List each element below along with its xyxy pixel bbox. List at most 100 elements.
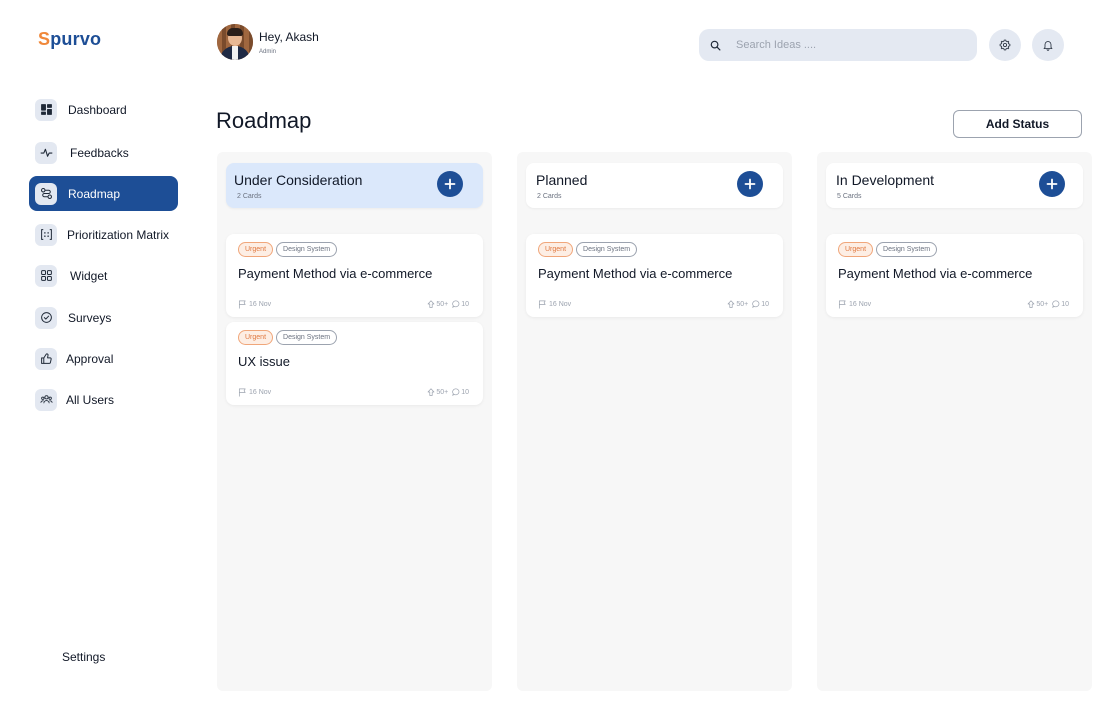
roadmap-column-in-development: In Development 5 Cards Urgent Design Sys… <box>817 152 1092 691</box>
category-tag: Design System <box>876 242 938 257</box>
category-tag: Design System <box>576 242 638 257</box>
matrix-icon <box>35 223 57 246</box>
comment-count: 10 <box>761 300 769 308</box>
flag-icon <box>238 388 246 397</box>
card-stats: 50+ 10 <box>727 300 769 308</box>
sidebar-item-label: Approval <box>66 351 114 366</box>
vote-count: 50+ <box>436 388 449 396</box>
notifications-button[interactable] <box>1032 29 1064 61</box>
sidebar-item-label: Feedbacks <box>70 145 129 160</box>
card-title: Payment Method via e-commerce <box>838 266 1033 281</box>
column-header: Planned 2 Cards <box>526 163 783 208</box>
upvote-icon[interactable] <box>427 300 435 308</box>
dashboard-icon <box>35 98 57 121</box>
widget-grid-icon <box>35 264 57 287</box>
card-stats: 50+ 10 <box>427 300 469 308</box>
roadmap-card[interactable]: Urgent Design System Payment Method via … <box>226 234 483 317</box>
comment-count: 10 <box>1061 300 1069 308</box>
flag-icon <box>538 300 546 309</box>
search-icon <box>710 40 721 50</box>
column-title: In Development <box>836 172 935 188</box>
roadmap-column-planned: Planned 2 Cards Urgent Design System Pay… <box>517 152 792 691</box>
column-title: Under Consideration <box>234 172 363 188</box>
column-card-count: 5 Cards <box>837 193 862 200</box>
column-title: Planned <box>536 172 588 188</box>
sidebar-item-approval[interactable]: Approval <box>29 341 178 376</box>
add-card-button[interactable] <box>1039 171 1065 197</box>
add-status-button[interactable]: Add Status <box>953 110 1082 138</box>
search-input[interactable] <box>736 39 956 51</box>
urgent-tag: Urgent <box>238 330 274 345</box>
comment-icon[interactable] <box>752 300 760 308</box>
user-greeting: Hey, Akash <box>259 30 319 44</box>
add-card-button[interactable] <box>737 171 763 197</box>
urgent-tag: Urgent <box>838 242 874 257</box>
brand-logo[interactable]: Spurvo <box>38 29 101 50</box>
card-date: 16 Nov <box>538 300 571 309</box>
sidebar-item-widget[interactable]: Widget <box>29 258 178 293</box>
user-profile[interactable]: Hey, Akash Admin <box>217 24 319 60</box>
sidebar-item-label: Roadmap <box>68 186 121 201</box>
vote-count: 50+ <box>1036 300 1049 308</box>
card-date: 16 Nov <box>238 300 271 309</box>
vote-count: 50+ <box>736 300 749 308</box>
sidebar-item-dashboard[interactable]: Dashboard <box>29 92 178 127</box>
thumbs-up-icon <box>35 347 57 370</box>
comment-icon[interactable] <box>1052 300 1060 308</box>
user-role: Admin <box>259 49 277 55</box>
plus-icon <box>1046 178 1058 190</box>
page-title: Roadmap <box>216 108 312 133</box>
upvote-icon[interactable] <box>727 300 735 308</box>
urgent-tag: Urgent <box>238 242 274 257</box>
settings-link[interactable]: Settings <box>62 650 105 664</box>
check-circle-icon <box>35 306 57 329</box>
card-date: 16 Nov <box>838 300 871 309</box>
sidebar-item-roadmap[interactable]: Roadmap <box>29 176 178 211</box>
sidebar-item-prioritization-matrix[interactable]: Prioritization Matrix <box>29 217 178 252</box>
flag-icon <box>238 300 246 309</box>
plus-icon <box>444 178 456 190</box>
category-tag: Design System <box>276 242 338 257</box>
sidebar-item-feedbacks[interactable]: Feedbacks <box>29 135 178 170</box>
card-date: 16 Nov <box>238 388 271 397</box>
search-bar[interactable] <box>699 29 977 61</box>
card-stats: 50+ 10 <box>1027 300 1069 308</box>
sidebar-item-label: Widget <box>70 268 108 283</box>
roadmap-icon <box>35 182 57 205</box>
plus-icon <box>744 178 756 190</box>
card-title: UX issue <box>238 354 291 369</box>
category-tag: Design System <box>276 330 338 345</box>
urgent-tag: Urgent <box>538 242 574 257</box>
sidebar-item-label: Dashboard <box>68 102 127 117</box>
roadmap-card[interactable]: Urgent Design System Payment Method via … <box>826 234 1083 317</box>
roadmap-card[interactable]: Urgent Design System Payment Method via … <box>526 234 783 317</box>
gear-icon <box>999 39 1011 51</box>
roadmap-card[interactable]: Urgent Design System UX issue 16 Nov 50+… <box>226 322 483 405</box>
users-icon <box>35 388 57 411</box>
sidebar-item-surveys[interactable]: Surveys <box>29 300 178 335</box>
column-card-count: 2 Cards <box>537 193 562 200</box>
upvote-icon[interactable] <box>1027 300 1035 308</box>
roadmap-column-under-consideration: Under Consideration 2 Cards Urgent Desig… <box>217 152 492 691</box>
card-title: Payment Method via e-commerce <box>238 266 433 281</box>
vote-count: 50+ <box>436 300 449 308</box>
comment-count: 10 <box>461 300 469 308</box>
column-header: Under Consideration 2 Cards <box>226 163 483 208</box>
sidebar-item-all-users[interactable]: All Users <box>29 382 178 417</box>
column-card-count: 2 Cards <box>237 193 262 200</box>
settings-button[interactable] <box>989 29 1021 61</box>
comment-count: 10 <box>461 388 469 396</box>
card-stats: 50+ 10 <box>427 388 469 396</box>
sidebar-item-label: Prioritization Matrix <box>67 227 170 242</box>
comment-icon[interactable] <box>452 388 460 396</box>
column-header: In Development 5 Cards <box>826 163 1083 208</box>
sidebar-item-label: Surveys <box>68 310 112 325</box>
card-title: Payment Method via e-commerce <box>538 266 733 281</box>
add-card-button[interactable] <box>437 171 463 197</box>
comment-icon[interactable] <box>452 300 460 308</box>
sidebar-item-label: All Users <box>66 392 115 407</box>
flag-icon <box>838 300 846 309</box>
upvote-icon[interactable] <box>427 388 435 396</box>
activity-icon <box>35 141 57 164</box>
avatar <box>217 24 253 60</box>
